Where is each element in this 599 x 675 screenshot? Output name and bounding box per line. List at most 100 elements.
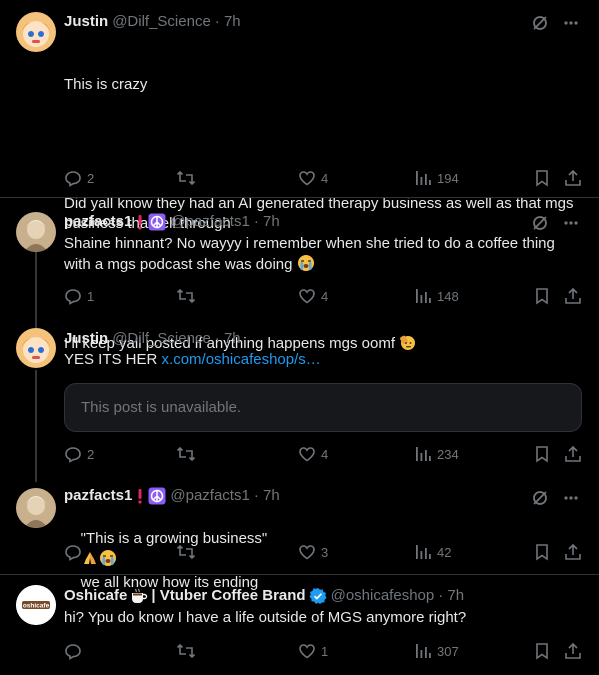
reply-button[interactable] (64, 641, 87, 661)
handle[interactable]: @pazfacts1 (170, 212, 249, 232)
post-4[interactable]: pazfacts1 @pazfacts1 · 7h "This is a gro… (0, 474, 599, 591)
reply-count: 2 (87, 170, 95, 186)
like-button[interactable]: 1 (298, 641, 328, 661)
post-2[interactable]: pazfacts1 @pazfacts1 · 7h Shaine hinnant… (0, 198, 599, 328)
heart-icon (299, 289, 315, 304)
post-text-content: YES ITS HER (64, 351, 158, 368)
repost-button[interactable] (176, 542, 201, 562)
views-button[interactable]: 148 (414, 286, 459, 306)
handle[interactable]: @oshicafeshop (331, 586, 435, 606)
timestamp[interactable]: · 7h (254, 212, 280, 232)
repost-button[interactable] (176, 444, 201, 464)
reply-button[interactable]: 2 (64, 168, 94, 188)
post-5[interactable]: oshicafe Oshicafe | Vtuber Coffee Brand … (0, 575, 599, 675)
loudly-crying-face-emoji (297, 254, 315, 278)
thread-line (35, 370, 37, 482)
bookmark-button[interactable] (534, 641, 550, 661)
avatar[interactable] (16, 12, 56, 52)
verified-badge-icon (308, 587, 327, 605)
post-header: pazfacts1 @pazfacts1 · 7h (64, 212, 519, 232)
post-header: Justin @Dilf_Science · 7h (64, 329, 519, 349)
reply-button[interactable] (64, 542, 87, 562)
reply-button[interactable]: 1 (64, 286, 94, 306)
handle[interactable]: @pazfacts1 (170, 486, 249, 506)
repost-icon (176, 643, 196, 659)
share-icon (565, 445, 581, 462)
share-icon (565, 169, 581, 186)
avatar[interactable] (16, 328, 56, 368)
heart-icon (299, 545, 315, 560)
like-button[interactable]: 4 (298, 168, 328, 188)
avatar[interactable]: oshicafe (16, 585, 56, 625)
post-1[interactable]: Justin @Dilf_Science · 7h This is crazy … (0, 0, 599, 352)
bookmark-button[interactable] (534, 444, 550, 464)
post-text: YES ITS HER x.com/oshicafeshop/s… (64, 350, 583, 370)
heart-icon (299, 171, 315, 186)
red-exclamation-emoji (135, 214, 145, 230)
like-button[interactable]: 3 (298, 542, 328, 562)
share-button[interactable] (564, 286, 582, 306)
like-count: 3 (321, 544, 329, 560)
like-count: 4 (321, 446, 329, 462)
display-name[interactable]: pazfacts1 (64, 212, 132, 232)
timestamp[interactable]: · 7h (254, 486, 280, 506)
views-button[interactable]: 194 (414, 168, 459, 188)
share-button[interactable] (564, 641, 582, 661)
handle[interactable]: @Dilf_Science (112, 329, 211, 349)
repost-button[interactable] (176, 641, 201, 661)
avatar[interactable] (16, 488, 56, 528)
bookmark-icon (536, 446, 548, 463)
share-button[interactable] (564, 542, 582, 562)
handle[interactable]: @Dilf_Science (112, 12, 211, 32)
bookmark-button[interactable] (534, 168, 550, 188)
avatar[interactable] (16, 212, 56, 252)
bookmark-icon (536, 544, 548, 561)
repost-button[interactable] (176, 286, 201, 306)
views-button[interactable]: 307 (414, 641, 459, 661)
grok-icon[interactable] (531, 14, 549, 32)
view-count: 42 (437, 544, 452, 560)
display-name[interactable]: pazfacts1 (64, 486, 132, 506)
reply-icon (65, 545, 81, 561)
views-icon (416, 644, 431, 658)
bookmark-button[interactable] (534, 286, 550, 306)
display-name-suffix[interactable]: | Vtuber Coffee Brand (151, 586, 305, 606)
post-text: hi? Ypu do know I have a life outside of… (64, 608, 583, 628)
display-name[interactable]: Justin (64, 12, 108, 32)
view-count: 307 (437, 643, 459, 659)
timestamp[interactable]: · 7h (438, 586, 464, 606)
timestamp[interactable]: · 7h (215, 12, 241, 32)
share-button[interactable] (564, 168, 582, 188)
like-button[interactable]: 4 (298, 286, 328, 306)
more-options-icon[interactable] (563, 215, 579, 231)
views-button[interactable]: 42 (414, 542, 451, 562)
thread-line (35, 250, 37, 328)
more-options-icon[interactable] (563, 490, 579, 506)
repost-button[interactable] (176, 168, 201, 188)
grok-icon[interactable] (531, 214, 549, 232)
view-count: 148 (437, 288, 459, 304)
grok-icon[interactable] (531, 489, 549, 507)
coffee-emoji (130, 587, 148, 605)
bookmark-button[interactable] (534, 542, 550, 562)
avatar-logo-text: oshicafe (23, 603, 50, 610)
views-button[interactable]: 234 (414, 444, 459, 464)
view-count: 234 (437, 446, 459, 462)
timestamp[interactable]: · 7h (215, 329, 241, 349)
quoted-post-unavailable: This post is unavailable. (64, 383, 582, 432)
post-header: pazfacts1 @pazfacts1 · 7h (64, 486, 519, 506)
peace-symbol-emoji (148, 213, 166, 231)
post-3[interactable]: Justin @Dilf_Science · 7h YES ITS HER x.… (0, 318, 599, 482)
post-link[interactable]: x.com/oshicafeshop/s… (162, 351, 321, 368)
like-button[interactable]: 4 (298, 444, 328, 464)
more-options-icon[interactable] (563, 15, 579, 31)
heart-icon (299, 447, 315, 462)
display-name[interactable]: Justin (64, 329, 108, 349)
like-count: 4 (321, 288, 329, 304)
repost-icon (176, 288, 196, 304)
post-text-line: This is crazy (64, 76, 148, 93)
reply-button[interactable]: 2 (64, 444, 94, 464)
repost-icon (176, 544, 196, 560)
display-name[interactable]: Oshicafe (64, 586, 127, 606)
share-button[interactable] (564, 444, 582, 464)
